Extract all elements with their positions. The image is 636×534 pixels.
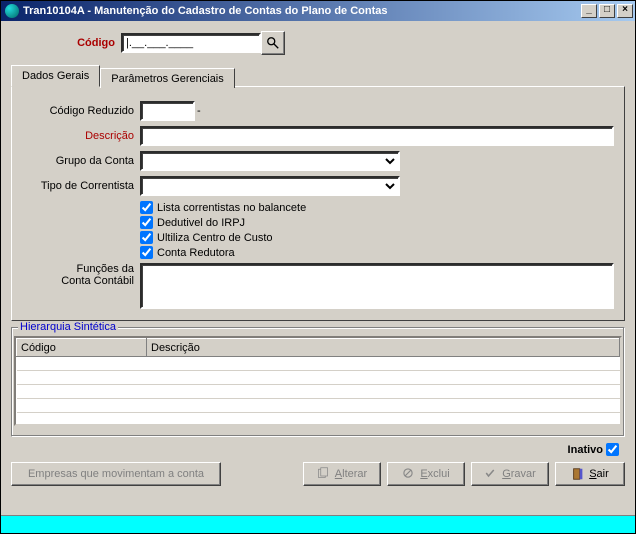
codigo-input[interactable] bbox=[121, 33, 261, 53]
row-descricao: Descrição bbox=[22, 126, 614, 146]
chk-centro-custo[interactable] bbox=[140, 231, 153, 244]
delete-icon bbox=[402, 467, 416, 481]
funcoes-label: Funções da Conta Contábil bbox=[22, 263, 140, 287]
row-codigo-reduzido: Código Reduzido - bbox=[22, 101, 614, 121]
hierarquia-title: Hierarquia Sintética bbox=[18, 321, 118, 333]
row-chk-conta-redutora: Conta Redutora bbox=[140, 246, 614, 259]
chk-lista-correntistas[interactable] bbox=[140, 201, 153, 214]
codigo-row: Código bbox=[11, 27, 625, 65]
grupo-conta-select[interactable] bbox=[140, 151, 400, 171]
hierarquia-grid-wrap: Código Descrição bbox=[14, 336, 622, 426]
edit-icon bbox=[317, 467, 331, 481]
col-descricao[interactable]: Descrição bbox=[147, 339, 620, 357]
alterar-button[interactable]: Alterar bbox=[303, 462, 381, 486]
hierarquia-grid[interactable]: Código Descrição bbox=[16, 338, 620, 413]
tab-strip: Dados Gerais Parâmetros Gerenciais bbox=[11, 65, 625, 87]
status-row: Inativo bbox=[11, 437, 625, 458]
codigo-reduzido-label: Código Reduzido bbox=[22, 105, 140, 117]
empresas-button[interactable]: Empresas que movimentam a conta bbox=[11, 462, 221, 486]
table-row[interactable] bbox=[17, 399, 620, 413]
hierarquia-group: Hierarquia Sintética Código Descrição bbox=[11, 327, 625, 437]
excluir-label: EExcluixclui bbox=[420, 468, 449, 480]
funcoes-textarea[interactable] bbox=[140, 263, 614, 309]
empresas-button-label: Empresas que movimentam a conta bbox=[28, 468, 204, 480]
gravar-button[interactable]: Gravar bbox=[471, 462, 549, 486]
tab-label: Dados Gerais bbox=[22, 70, 89, 82]
table-row[interactable] bbox=[17, 371, 620, 385]
tipo-correntista-label: Tipo de Correntista bbox=[22, 180, 140, 192]
chk-conta-redutora[interactable] bbox=[140, 246, 153, 259]
close-button[interactable]: × bbox=[617, 4, 633, 18]
tab-parametros-gerenciais[interactable]: Parâmetros Gerenciais bbox=[100, 68, 235, 88]
status-bar bbox=[1, 515, 635, 533]
descricao-input[interactable] bbox=[140, 126, 614, 146]
codigo-reduzido-dash: - bbox=[197, 105, 201, 117]
search-icon bbox=[266, 36, 280, 50]
row-grupo-conta: Grupo da Conta bbox=[22, 151, 614, 171]
titlebar: Tran10104A - Manutenção do Cadastro de C… bbox=[1, 1, 635, 21]
sair-label: Sair bbox=[589, 468, 609, 480]
sair-button[interactable]: Sair bbox=[555, 462, 625, 486]
col-codigo[interactable]: Código bbox=[17, 339, 147, 357]
window-title: Tran10104A - Manutenção do Cadastro de C… bbox=[23, 5, 579, 17]
tab-label: Parâmetros Gerenciais bbox=[111, 73, 224, 85]
inativo-label: Inativo bbox=[568, 444, 603, 456]
chk-conta-redutora-label: Conta Redutora bbox=[157, 247, 235, 259]
table-row[interactable] bbox=[17, 385, 620, 399]
exit-icon bbox=[571, 467, 585, 481]
app-icon bbox=[5, 4, 19, 18]
codigo-label: Código bbox=[21, 37, 121, 49]
row-chk-dedutivel-irpj: Dedutivel do IRPJ bbox=[140, 216, 614, 229]
chk-lista-correntistas-label: Lista correntistas no balancete bbox=[157, 202, 306, 214]
row-funcoes: Funções da Conta Contábil bbox=[22, 263, 614, 309]
row-tipo-correntista: Tipo de Correntista bbox=[22, 176, 614, 196]
codigo-reduzido-input[interactable] bbox=[140, 101, 195, 121]
tab-dados-gerais[interactable]: Dados Gerais bbox=[11, 65, 100, 87]
chk-dedutivel-irpj[interactable] bbox=[140, 216, 153, 229]
row-chk-centro-custo: Ultiliza Centro de Custo bbox=[140, 231, 614, 244]
chk-dedutivel-irpj-label: Dedutivel do IRPJ bbox=[157, 217, 245, 229]
descricao-label: Descrição bbox=[22, 130, 140, 142]
minimize-button[interactable]: _ bbox=[581, 4, 597, 18]
gravar-label: Gravar bbox=[502, 468, 536, 480]
inativo-checkbox[interactable] bbox=[606, 443, 619, 456]
alterar-label: Alterar bbox=[335, 468, 367, 480]
maximize-button[interactable]: □ bbox=[599, 4, 615, 18]
client-area: Código Dados Gerais Parâmetros Gerenciai… bbox=[1, 21, 635, 515]
grupo-conta-label: Grupo da Conta bbox=[22, 155, 140, 167]
button-bar: Empresas que movimentam a conta Alterar … bbox=[11, 458, 625, 488]
row-chk-lista-correntistas: Lista correntistas no balancete bbox=[140, 201, 614, 214]
save-icon bbox=[484, 467, 498, 481]
app-window: Tran10104A - Manutenção do Cadastro de C… bbox=[0, 0, 636, 534]
excluir-button[interactable]: EExcluixclui bbox=[387, 462, 465, 486]
tab-panel-dados-gerais: Código Reduzido - Descrição Grupo da Con… bbox=[11, 86, 625, 321]
table-row[interactable] bbox=[17, 357, 620, 371]
chk-centro-custo-label: Ultiliza Centro de Custo bbox=[157, 232, 273, 244]
tipo-correntista-select[interactable] bbox=[140, 176, 400, 196]
search-button[interactable] bbox=[261, 31, 285, 55]
